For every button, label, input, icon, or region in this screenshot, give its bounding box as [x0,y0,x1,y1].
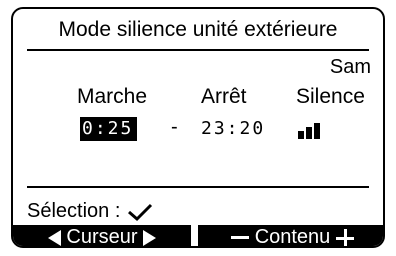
silence-bar-3 [314,123,320,139]
stop-column-label: Arrêt [201,85,247,108]
footer-divider [27,186,369,188]
time-separator: - [171,116,178,138]
day-label: Sam [329,56,371,78]
minus-icon [230,236,249,239]
content-button-label: Contenu [254,226,331,248]
silence-level-indicator[interactable] [298,119,328,139]
function-button-bar: Curseur Contenu [13,225,383,248]
cursor-button-label: Curseur [66,226,138,248]
silence-bar-2 [306,127,312,139]
arrow-left-icon [48,229,62,246]
check-icon [127,203,153,221]
silence-bar-4 [322,119,328,139]
plus-icon [336,228,355,246]
title-divider [27,49,369,51]
selection-hint: Sélection : [27,199,154,223]
silence-column-label: Silence [296,85,365,108]
selection-label: Sélection : [27,200,121,222]
screen-title: Mode silience unité extérieure [58,18,338,41]
arrow-right-icon [142,229,156,246]
start-column-label: Marche [77,85,148,108]
start-time-field[interactable]: 0:25 [80,117,138,141]
silence-bar-1 [298,131,304,139]
content-button[interactable]: Contenu [198,225,383,248]
cursor-button[interactable]: Curseur [13,225,191,248]
remote-controller-screen: Mode silience unité extérieure Sam March… [11,7,385,248]
stop-time-field[interactable]: 23:20 [201,117,265,141]
